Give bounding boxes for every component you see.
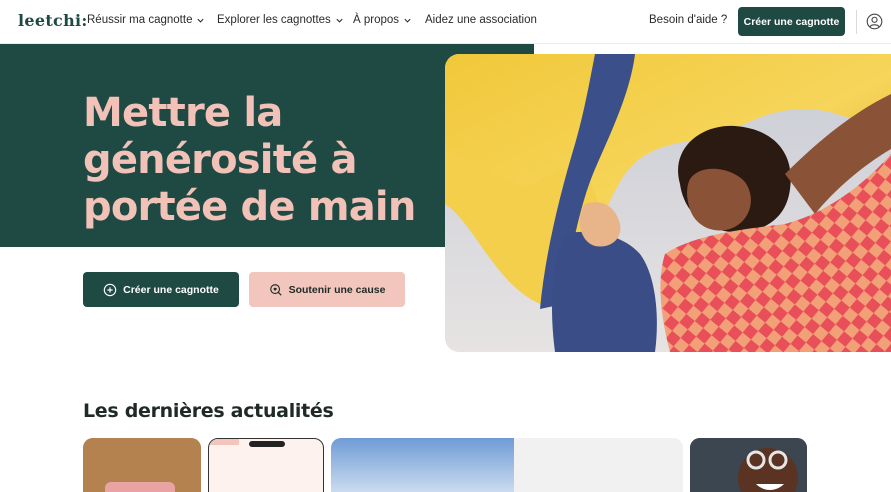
support-cause-button[interactable]: Soutenir une cause xyxy=(249,272,405,307)
help-link[interactable]: Besoin d'aide ? xyxy=(649,14,727,26)
news-section-title: Les dernières actualités xyxy=(83,400,334,422)
news-card[interactable] xyxy=(331,438,683,492)
leetchi-logo[interactable]: leetchi: xyxy=(18,11,88,30)
nav-explorer-les-cagnottes[interactable]: Explorer les cagnottes xyxy=(217,14,344,26)
news-card-image xyxy=(331,438,683,492)
nav-label: Explorer les cagnottes xyxy=(217,14,331,26)
create-cagnotte-label: Créer une cagnotte xyxy=(123,283,219,296)
news-card[interactable] xyxy=(208,438,324,492)
nav-label: À propos xyxy=(353,14,400,26)
hero-title: Mettre la générosité à portée de main xyxy=(83,90,416,230)
hero-photo xyxy=(445,54,891,352)
chevron-down-icon xyxy=(336,18,343,23)
chevron-down-icon xyxy=(197,18,205,23)
woman-yellow-fabric-photo xyxy=(445,54,891,352)
nav-a-propos[interactable]: À propos xyxy=(353,14,412,26)
nav-label: Aidez une association xyxy=(425,14,537,26)
news-card-image xyxy=(209,439,285,447)
user-circle-icon[interactable] xyxy=(866,13,883,30)
nav-reussir-ma-cagnotte[interactable]: Réussir ma cagnotte xyxy=(87,14,205,26)
plus-circle-icon xyxy=(103,283,117,296)
search-heart-icon xyxy=(269,283,282,296)
chevron-down-icon xyxy=(404,18,411,23)
news-card[interactable] xyxy=(690,438,807,492)
header-divider xyxy=(856,10,857,34)
nav-label: Réussir ma cagnotte xyxy=(87,14,193,26)
header-create-cagnotte-button[interactable]: Créer une cagnotte xyxy=(738,7,845,36)
nav-aidez-une-association[interactable]: Aidez une association xyxy=(425,14,537,26)
news-card-image xyxy=(83,438,201,492)
support-cause-label: Soutenir une cause xyxy=(288,283,386,296)
site-header: leetchi: Réussir ma cagnotte Explorer le… xyxy=(0,0,891,44)
news-card[interactable] xyxy=(83,438,201,492)
create-cagnotte-button[interactable]: Créer une cagnotte xyxy=(83,272,239,307)
news-card-image xyxy=(690,438,807,492)
